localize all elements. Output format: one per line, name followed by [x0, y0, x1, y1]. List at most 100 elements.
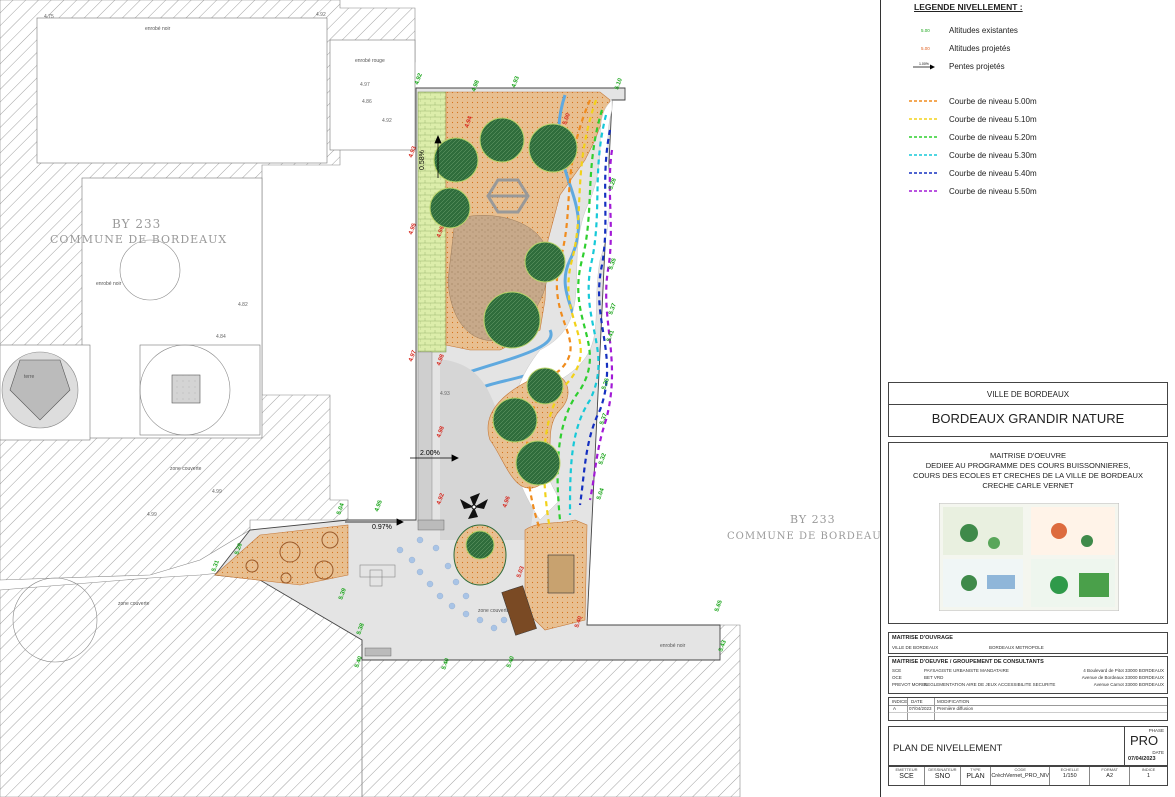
legend-label: Courbe de niveau 5.00m — [949, 96, 1037, 106]
city-name: VILLE DE BORDEAUX — [986, 390, 1070, 399]
legend-item: Courbe de niveau 5.10m — [909, 113, 1037, 125]
legend-symbol: 5.00 — [909, 25, 937, 35]
plan-label-zone-1: zone couverte — [170, 466, 202, 472]
footer-cell: DESSINATEUR SNO — [925, 767, 961, 785]
index-header-mod: MODIFICATION — [937, 699, 970, 704]
legend-label: Courbe de niveau 5.20m — [949, 132, 1037, 142]
legend-label: Courbe de niveau 5.30m — [949, 150, 1037, 160]
svg-text:5.00: 5.00 — [921, 28, 930, 33]
moa-left: VILLE DE BORDEAUX — [892, 645, 939, 650]
plan-label-zone-2: zone couverte — [118, 601, 150, 607]
legend-symbol: 5.00 — [909, 43, 937, 53]
plan-label-enrobe-3: enrobé noir — [96, 281, 122, 287]
parcel-right-line2: COMMUNE DE BORDEAU — [727, 531, 880, 542]
svg-text:4.92: 4.92 — [316, 12, 326, 18]
slope-label-2: 2.00% — [420, 450, 440, 457]
plan-label-zone-3: zone couverte — [478, 608, 510, 614]
svg-text:4.93: 4.93 — [511, 75, 521, 89]
legend-title: LEGENDE NIVELLEMENT : — [914, 2, 1023, 12]
moe-line-4: CRECHE CARLE VERNET — [982, 481, 1074, 490]
consultant-code: PREVOT MOREL — [892, 682, 928, 687]
footer-cell: CODE CrèchVernet_PRO_NIV — [991, 767, 1051, 785]
legend-symbol — [909, 132, 937, 142]
moa-title: MAITRISE D'OUVRAGE — [892, 635, 953, 641]
consultant-code: SCE — [892, 668, 902, 673]
parcel-left-line1: BY 233 — [112, 217, 161, 231]
parcel-left-line2: COMMUNE DE BORDEAUX — [50, 233, 227, 246]
footer-header: EMETTEUR — [895, 767, 918, 772]
moe-line-2: DEDIEE AU PROGRAMME DES COURS BUISSONNIE… — [925, 461, 1131, 470]
legend-label: Altitudes projetés — [949, 43, 1011, 53]
footer-header: FORMAT — [1101, 767, 1118, 772]
svg-text:5.37: 5.37 — [608, 302, 618, 316]
moe-box: MAITRISE D'OEUVRE DEDIEE AU PROGRAMME DE… — [888, 442, 1168, 624]
phase-value: PRO — [1130, 733, 1159, 748]
svg-text:4.97: 4.97 — [360, 82, 370, 88]
footer-cell: EMETTEUR SCE — [889, 767, 925, 785]
legend-symbol — [909, 114, 937, 124]
plan-label-terre: terre — [24, 374, 35, 380]
legend-item: Courbe de niveau 5.40m — [909, 167, 1037, 179]
slope-label-1: 0.58% — [419, 150, 426, 170]
footer-cell: ECHELLE 1/150 — [1050, 767, 1091, 785]
date-value: 07/04/2023 — [1128, 756, 1156, 762]
footer-value: 1 — [1147, 773, 1151, 779]
footer-header: INDICE — [1141, 767, 1156, 772]
consultant-address: Avenue de Bordeaux 33000 BORDEAUX — [1081, 675, 1164, 680]
legend-symbol — [909, 168, 937, 178]
index-header-indice: INDICE — [892, 699, 908, 704]
index-header-date: DATE — [911, 699, 923, 704]
moodboard-image — [939, 503, 1119, 611]
svg-text:4.95: 4.95 — [374, 499, 384, 513]
plan-label-enrobe-4: enrobé noir — [660, 643, 686, 649]
footer-cell: FORMAT A2 — [1090, 767, 1131, 785]
legend-item: 5.00 Altitudes existantes — [909, 24, 1018, 36]
footer-value: A2 — [1106, 773, 1114, 779]
consultant-address: 4 Boulevard de Pitot 33000 BORDEAUX — [1083, 668, 1164, 673]
legend-item: 5.00 Altitudes projetés — [909, 42, 1010, 54]
legend-label: Courbe de niveau 5.40m — [949, 168, 1037, 178]
consultants-title: MAITRISE D'OEUVRE / GROUPEMENT DE CONSUL… — [892, 659, 1044, 665]
moa-right: BORDEAUX METROPOLE — [989, 645, 1044, 650]
svg-text:5.35: 5.35 — [601, 377, 611, 391]
footer-value: 1/150 — [1062, 773, 1077, 779]
moe-line-3: COURS DES ECOLES ET CRECHES DE LA VILLE … — [913, 471, 1143, 480]
consultant-row: SCE PAYSAGISTE URBANISTE MANDATAIRE 4 Boul… — [892, 668, 1164, 675]
legend-label: Pentes projetés — [949, 61, 1005, 71]
consultant-address: Avenue Carnot 33000 BORDEAUX — [1093, 682, 1164, 687]
legend-symbol: 1.00% — [909, 61, 937, 71]
plan-label-enrobe-2: enrobé rouge — [355, 58, 385, 64]
svg-text:4.75: 4.75 — [44, 14, 54, 20]
legend-item: 1.00% Pentes projetés — [909, 60, 1005, 72]
svg-text:5.41: 5.41 — [606, 329, 616, 343]
legend-label: Courbe de niveau 5.50m — [949, 186, 1037, 196]
consultant-name: BET VRD — [924, 675, 944, 680]
consultant-code: OCE — [892, 675, 902, 680]
footer-value: SNO — [934, 773, 951, 780]
footer-value: CrèchVernet_PRO_NIV — [991, 773, 1050, 779]
parcel-right-line1: BY 233 — [790, 513, 836, 526]
legend-label: Courbe de niveau 5.10m — [949, 114, 1037, 124]
svg-text:1.00%: 1.00% — [919, 62, 929, 66]
svg-text:5.04: 5.04 — [596, 487, 606, 501]
legend-label: Altitudes existantes — [949, 25, 1018, 35]
svg-text:4.82: 4.82 — [238, 302, 248, 308]
legend-symbol — [909, 96, 937, 106]
legend-item: Courbe de niveau 5.00m — [909, 95, 1037, 107]
svg-text:4.92: 4.92 — [414, 72, 424, 86]
svg-text:4.93: 4.93 — [440, 391, 450, 397]
consultant-name: PAYSAGISTE URBANISTE MANDATAIRE — [924, 668, 1009, 673]
footer-header: TYPE — [970, 767, 981, 772]
svg-text:4.99: 4.99 — [212, 489, 222, 495]
legend-item: Courbe de niveau 5.20m — [909, 131, 1037, 143]
date-label: DATE — [1152, 750, 1164, 755]
svg-text:5.65: 5.65 — [714, 599, 724, 613]
consultant-name: REGLEMENTATION AIRE DE JEUX ACCESSIBILIT… — [924, 682, 1056, 687]
index-row-date: 07/04/2023 — [909, 706, 932, 711]
footer-cell: INDICE 1 — [1130, 767, 1167, 785]
footer-header: DESSINATEUR — [928, 767, 957, 772]
slope-label-3: 0.97% — [372, 524, 392, 531]
footer-header: CODE — [1014, 767, 1026, 772]
svg-text:4.92: 4.92 — [382, 118, 392, 124]
moa-box: MAITRISE D'OUVRAGE VILLE DE BORDEAUX BOR… — [888, 632, 1168, 654]
